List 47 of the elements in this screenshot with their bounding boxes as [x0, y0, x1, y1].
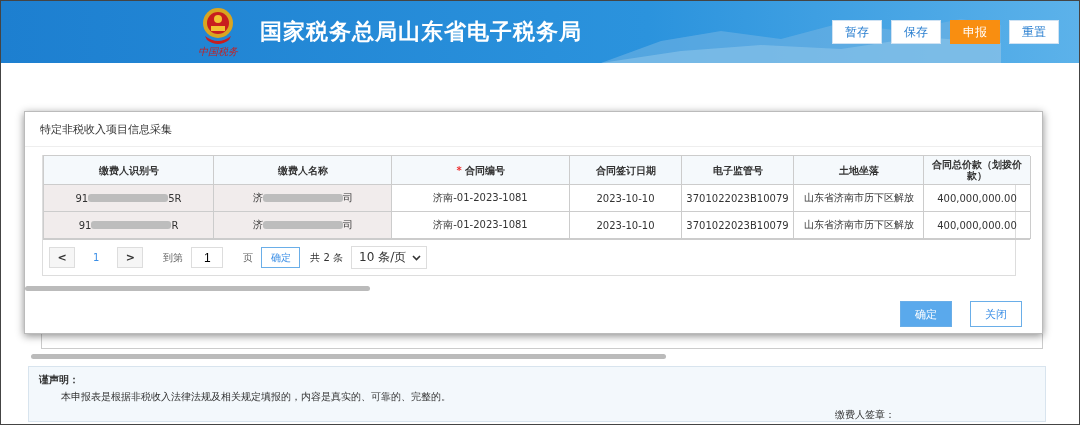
- column-header: 缴费人识别号: [44, 156, 214, 185]
- column-header: 合同签订日期: [570, 156, 682, 185]
- scrollbar[interactable]: [25, 286, 370, 291]
- table-cell: 3701022023B10079: [682, 212, 794, 239]
- page-number[interactable]: 1: [93, 252, 100, 263]
- chevron-down-icon: [412, 254, 422, 261]
- table-cell: 济 司: [214, 185, 392, 212]
- column-header: * 合同编号: [392, 156, 570, 185]
- emblem-caption: 中国税务: [198, 46, 238, 58]
- table-cell: 2023-10-10: [570, 185, 682, 212]
- table-cell: 济南-01-2023-1081: [392, 212, 570, 239]
- table-cell: 400,000,000.00: [924, 185, 1031, 212]
- goto-label: 到第: [163, 250, 184, 265]
- header-button[interactable]: 重置: [1009, 20, 1059, 44]
- page-size-select[interactable]: 10 条/页: [351, 246, 428, 269]
- site-title: 国家税务总局山东省电子税务局: [260, 18, 582, 46]
- table-cell: 山东省济南市历下区解放: [794, 185, 924, 212]
- header-button[interactable]: 暂存: [832, 20, 882, 44]
- required-mark: *: [456, 164, 462, 176]
- dialog-title: 特定非税收入项目信息采集: [40, 121, 172, 137]
- table-cell: 91 5R: [44, 185, 214, 212]
- header-button[interactable]: 申报: [950, 20, 1000, 44]
- table-cell: 济 司: [214, 212, 392, 239]
- previous-page-button[interactable]: <: [49, 247, 75, 268]
- table-cell: 3701022023B10079: [682, 185, 794, 212]
- table-cell: 2023-10-10: [570, 212, 682, 239]
- column-header: 缴费人名称: [214, 156, 392, 185]
- next-page-button[interactable]: >: [117, 247, 144, 268]
- declaration-title: 谨声明：: [39, 373, 80, 387]
- table-cell: 山东省济南市历下区解放: [794, 212, 924, 239]
- total-count: 共 2 条: [310, 250, 344, 265]
- column-header: 合同总价款（划拨价款）: [924, 156, 1031, 185]
- column-header: 电子监管号: [682, 156, 794, 185]
- page-input[interactable]: 1: [191, 247, 224, 268]
- column-header: 土地坐落: [794, 156, 924, 185]
- page-unit-label: 页: [243, 250, 254, 265]
- dialog-button[interactable]: 确定: [900, 301, 952, 327]
- declaration-text: 本申报表是根据非税收入法律法规及相关规定填报的，内容是真实的、可靠的、完整的。: [61, 390, 452, 404]
- signature-label: 缴费人签章：: [835, 408, 895, 422]
- header-button[interactable]: 保存: [891, 20, 941, 44]
- table-cell: 400,000,000.00: [924, 212, 1031, 239]
- emblem-icon: [201, 6, 235, 46]
- scrollbar[interactable]: [31, 354, 666, 359]
- table-cell: 济南-01-2023-1081: [392, 185, 570, 212]
- table-cell: 91 R: [44, 212, 214, 239]
- goto-confirm-button[interactable]: 确定: [261, 247, 301, 268]
- dialog-button[interactable]: 关闭: [970, 301, 1022, 327]
